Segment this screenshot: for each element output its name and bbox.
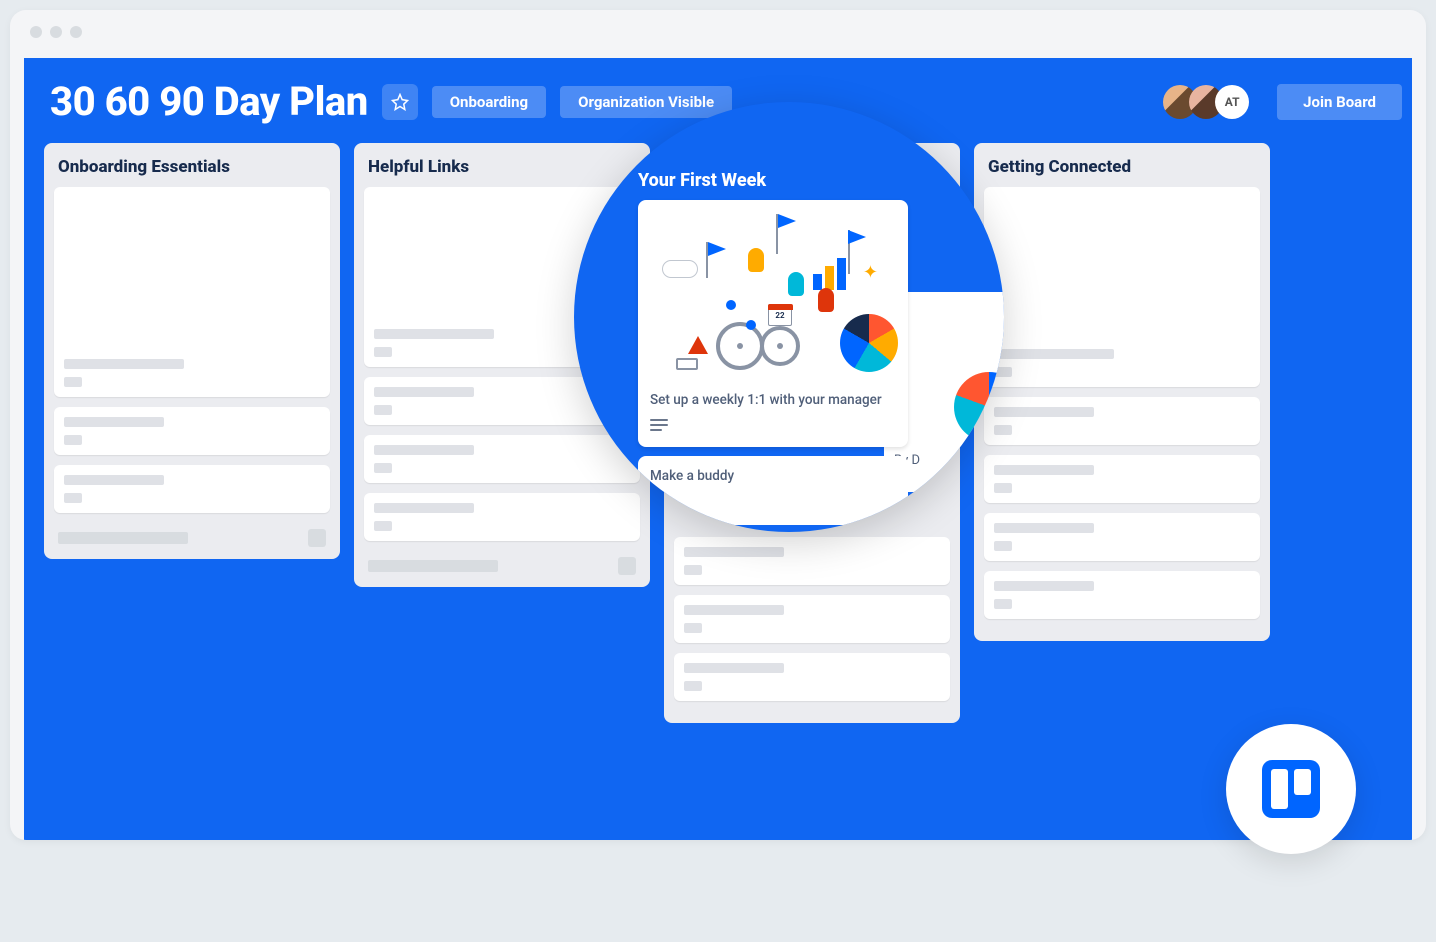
card[interactable] xyxy=(54,407,330,455)
card[interactable] xyxy=(984,455,1260,503)
card[interactable] xyxy=(984,513,1260,561)
placeholder-line xyxy=(994,523,1094,533)
window-controls xyxy=(10,10,1426,54)
add-icon xyxy=(618,557,636,575)
add-card-row[interactable] xyxy=(364,551,640,575)
card[interactable] xyxy=(984,187,1260,387)
calendar-icon: 22 xyxy=(768,304,792,326)
card[interactable] xyxy=(984,571,1260,619)
visibility-tag[interactable]: Organization Visible xyxy=(560,86,732,118)
card-cover-illustration: ✦ 22 xyxy=(638,200,908,380)
star-button[interactable] xyxy=(382,84,418,120)
trello-logo-fab[interactable] xyxy=(1226,724,1356,854)
placeholder-line xyxy=(64,475,164,485)
placeholder-line xyxy=(684,623,702,633)
trello-icon xyxy=(1262,760,1320,818)
list-onboarding-essentials: Onboarding Essentials xyxy=(44,143,340,559)
placeholder-line xyxy=(684,605,784,615)
placeholder-line xyxy=(374,329,494,339)
onboarding-tag[interactable]: Onboarding xyxy=(432,86,546,118)
window-dot xyxy=(70,26,82,38)
placeholder-line xyxy=(994,541,1012,551)
card[interactable] xyxy=(674,653,950,701)
avatar-initials[interactable]: AT xyxy=(1215,85,1249,119)
card[interactable] xyxy=(674,595,950,643)
placeholder-line xyxy=(374,405,392,415)
card[interactable] xyxy=(364,435,640,483)
join-board-button[interactable]: Join Board xyxy=(1277,84,1402,120)
card[interactable] xyxy=(364,493,640,541)
list-title[interactable]: Helpful Links xyxy=(364,155,640,187)
placeholder-line xyxy=(994,349,1114,359)
spotlight-card[interactable]: ✦ 22 Set up a weekly 1:1 with your manag… xyxy=(638,200,908,447)
placeholder-line xyxy=(374,387,474,397)
placeholder-line xyxy=(684,663,784,673)
pie-chart-icon xyxy=(954,372,1004,442)
card-title: Set up a weekly 1:1 with your manager xyxy=(638,380,908,416)
list-getting-connected: Getting Connected xyxy=(974,143,1270,641)
placeholder-line xyxy=(994,599,1012,609)
star-icon xyxy=(391,93,409,111)
pie-chart-icon xyxy=(840,314,898,372)
spotlight-card-2[interactable]: Make a buddy xyxy=(638,456,908,525)
placeholder-line xyxy=(374,347,392,357)
placeholder-line xyxy=(58,532,188,544)
placeholder-line xyxy=(64,435,82,445)
placeholder-line xyxy=(994,581,1094,591)
add-icon xyxy=(308,529,326,547)
placeholder-line xyxy=(374,445,474,455)
list-title[interactable]: Onboarding Essentials xyxy=(54,155,330,187)
window-dot xyxy=(30,26,42,38)
placeholder-line xyxy=(64,493,82,503)
card[interactable] xyxy=(674,537,950,585)
card[interactable] xyxy=(984,397,1260,445)
window-dot xyxy=(50,26,62,38)
placeholder-line xyxy=(64,417,164,427)
member-avatars: AT xyxy=(1163,85,1249,119)
card-title: Make a buddy xyxy=(650,468,896,484)
card[interactable] xyxy=(54,465,330,513)
board-title: 30 60 90 Day Plan xyxy=(50,78,368,125)
card[interactable] xyxy=(54,187,330,397)
placeholder-line xyxy=(994,465,1094,475)
spotlight-zoom: Your First Week By D ✦ 22 xyxy=(574,102,1004,532)
description-icon xyxy=(650,416,908,435)
placeholder-line xyxy=(64,377,82,387)
placeholder-line xyxy=(684,547,784,557)
spotlight-list-title: Your First Week xyxy=(638,170,766,191)
add-card-row[interactable] xyxy=(54,523,330,547)
browser-frame: 30 60 90 Day Plan Onboarding Organizatio… xyxy=(10,10,1426,840)
placeholder-line xyxy=(684,565,702,575)
placeholder-line xyxy=(684,681,702,691)
placeholder-line xyxy=(368,560,498,572)
list-title[interactable]: Getting Connected xyxy=(984,155,1260,187)
placeholder-line xyxy=(374,463,392,473)
placeholder-line xyxy=(994,407,1094,417)
description-icon xyxy=(650,492,896,511)
placeholder-line xyxy=(374,503,474,513)
placeholder-line xyxy=(374,521,392,531)
placeholder-line xyxy=(64,359,184,369)
